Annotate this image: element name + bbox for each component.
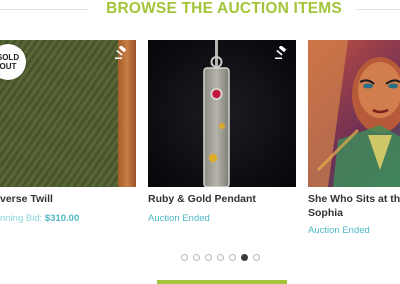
carousel-pagination — [181, 254, 260, 261]
heading-divider-right — [356, 9, 400, 10]
item-image-pendant[interactable] — [148, 40, 296, 187]
winning-bid-label: nning Bid: — [0, 213, 45, 224]
gavel-icon[interactable] — [114, 45, 128, 60]
auction-card-painting[interactable]: She Who Sits at the Sophia Auction Ended — [308, 40, 400, 250]
carousel-dot[interactable] — [217, 254, 224, 261]
item-title[interactable]: She Who Sits at the Sophia — [308, 192, 400, 220]
heading-divider-left — [0, 9, 88, 10]
item-image-painting[interactable] — [308, 40, 400, 187]
auction-status: Auction Ended — [148, 213, 210, 224]
carousel-dot[interactable] — [253, 254, 260, 261]
item-title[interactable]: Ruby & Gold Pendant — [148, 192, 308, 206]
gavel-icon[interactable] — [274, 45, 288, 60]
section-heading: BROWSE THE AUCTION ITEMS — [106, 0, 342, 17]
carousel-dot[interactable] — [193, 254, 200, 261]
winning-bid: nning Bid: $310.00 — [0, 212, 79, 225]
carousel-dot[interactable] — [229, 254, 236, 261]
carousel-dot[interactable] — [241, 254, 248, 261]
auction-carousel[interactable]: SOLD OUT verse Twill nning Bid: $310.00 — [0, 40, 400, 250]
winning-bid-amount: $310.00 — [44, 213, 80, 224]
auction-card-pendant[interactable]: Ruby & Gold Pendant Auction Ended — [148, 40, 296, 250]
carousel-dot[interactable] — [205, 254, 212, 261]
item-title[interactable]: verse Twill — [0, 192, 160, 206]
auction-card-twill[interactable]: SOLD OUT verse Twill nning Bid: $310.00 — [0, 40, 136, 250]
carousel-dot[interactable] — [181, 254, 188, 261]
section-header: BROWSE THE AUCTION ITEMS — [0, 0, 400, 20]
view-all-button[interactable] — [157, 280, 287, 284]
auction-status: Auction Ended — [308, 225, 370, 236]
